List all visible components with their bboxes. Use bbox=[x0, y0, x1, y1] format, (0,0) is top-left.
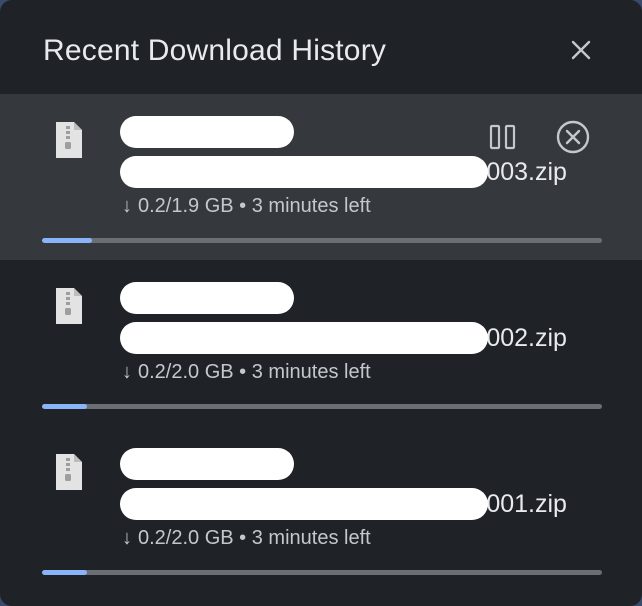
progress-bar bbox=[42, 404, 602, 409]
download-item[interactable]: -003.zip ↓ 0.2/1.9 GB • 3 minutes left bbox=[0, 94, 642, 260]
file-icon bbox=[52, 286, 86, 326]
download-arrow-icon: ↓ bbox=[122, 195, 132, 217]
download-arrow-icon: ↓ bbox=[122, 361, 132, 383]
progress-fill bbox=[42, 404, 87, 409]
download-status: ↓ 0.2/2.0 GB • 3 minutes left bbox=[122, 361, 371, 384]
file-icon bbox=[52, 120, 86, 160]
progress-fill bbox=[42, 238, 93, 243]
download-status-text: 0.2/1.9 GB • 3 minutes left bbox=[138, 195, 371, 217]
download-status-text: 0.2/2.0 GB • 3 minutes left bbox=[138, 527, 371, 549]
file-name: -001.zip bbox=[120, 488, 620, 520]
download-status: ↓ 0.2/1.9 GB • 3 minutes left bbox=[122, 195, 371, 218]
panel-header: Recent Download History bbox=[0, 0, 642, 94]
file-name-suffix: -002.zip bbox=[478, 324, 567, 352]
progress-bar bbox=[42, 570, 602, 575]
file-name: -002.zip bbox=[120, 322, 620, 354]
progress-fill bbox=[42, 570, 87, 575]
file-name-suffix: -003.zip bbox=[478, 158, 567, 186]
download-history-panel: Recent Download History -003.zip ↓ 0.2/1. bbox=[0, 0, 642, 606]
close-icon bbox=[571, 40, 591, 60]
progress-bar bbox=[42, 238, 602, 243]
redacted-source bbox=[120, 116, 294, 148]
redacted-file-name bbox=[120, 156, 488, 188]
redacted-file-name bbox=[120, 488, 488, 520]
close-button[interactable] bbox=[563, 32, 599, 68]
download-status-text: 0.2/2.0 GB • 3 minutes left bbox=[138, 361, 371, 383]
pause-button[interactable] bbox=[484, 118, 522, 156]
file-icon bbox=[52, 452, 86, 492]
redacted-file-name bbox=[120, 322, 488, 354]
download-arrow-icon: ↓ bbox=[122, 527, 132, 549]
cancel-icon bbox=[556, 120, 590, 154]
download-item[interactable]: -002.zip ↓ 0.2/2.0 GB • 3 minutes left bbox=[0, 260, 642, 426]
cancel-button[interactable] bbox=[554, 118, 592, 156]
file-name: -003.zip bbox=[120, 156, 620, 188]
file-name-suffix: -001.zip bbox=[478, 490, 567, 518]
redacted-source bbox=[120, 282, 294, 314]
pause-icon bbox=[489, 124, 516, 150]
download-item[interactable]: -001.zip ↓ 0.2/2.0 GB • 3 minutes left bbox=[0, 426, 642, 592]
redacted-source bbox=[120, 448, 294, 480]
download-status: ↓ 0.2/2.0 GB • 3 minutes left bbox=[122, 527, 371, 550]
panel-title: Recent Download History bbox=[43, 34, 387, 67]
